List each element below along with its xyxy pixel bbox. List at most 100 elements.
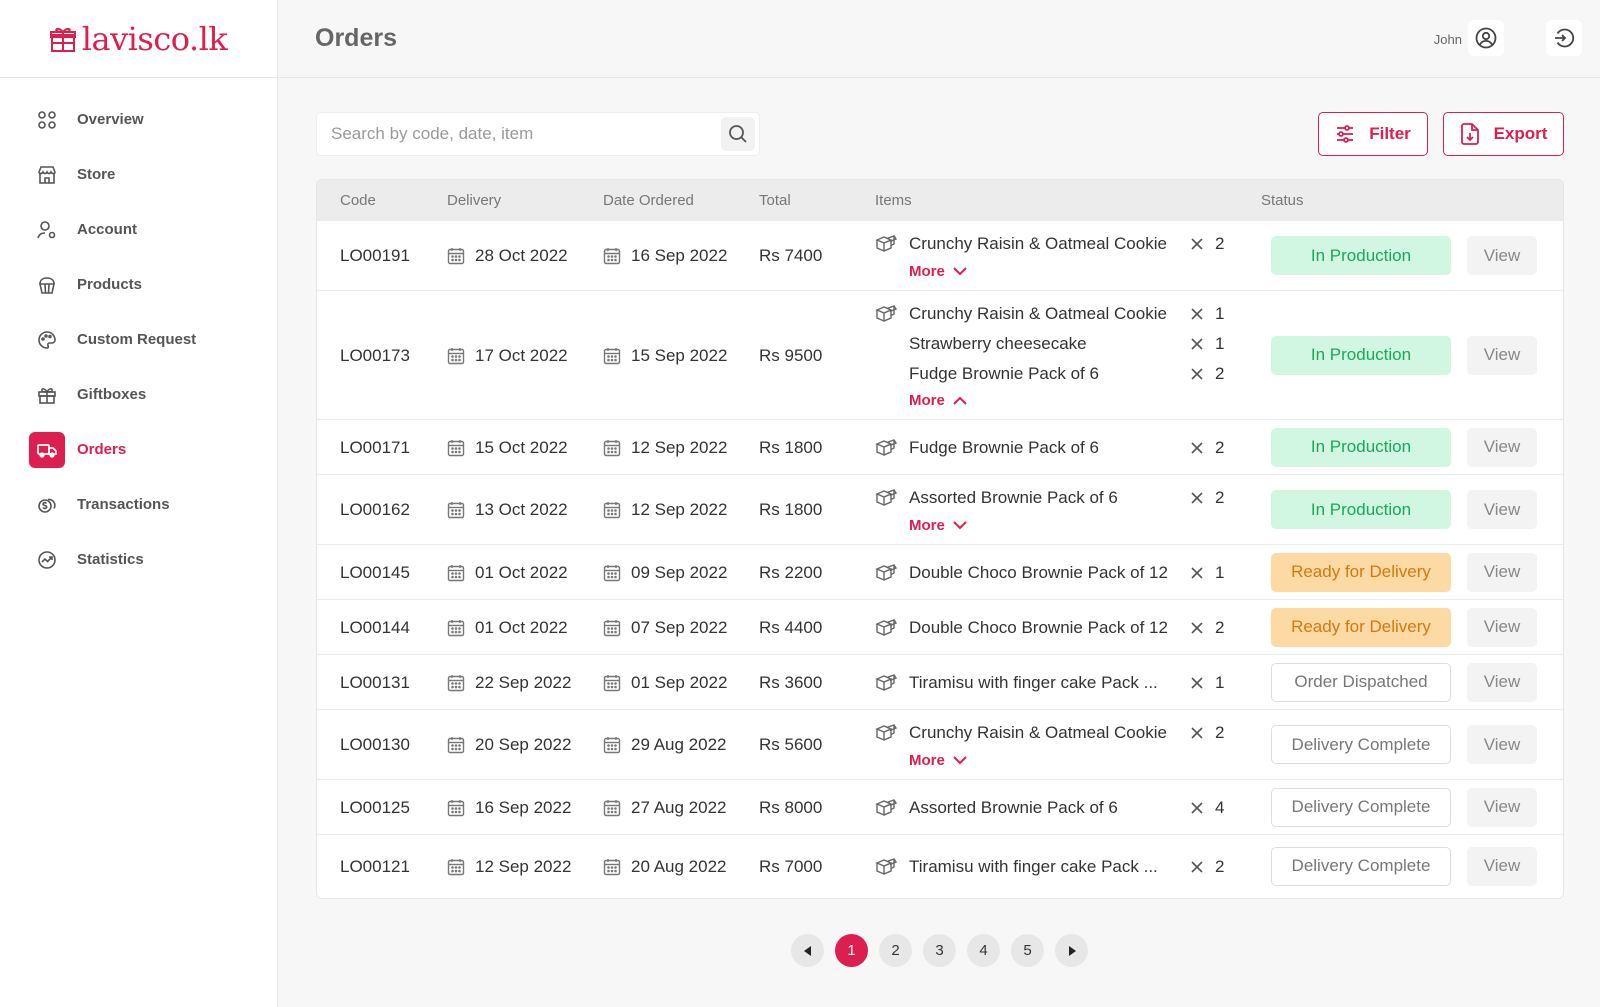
- ordered-date: 16 Sep 2022: [603, 246, 727, 266]
- top-header: Orders John: [279, 0, 1600, 78]
- pagination: 12345: [791, 934, 1088, 967]
- order-code: LO00162: [340, 500, 410, 519]
- sidebar-item-label: Custom Request: [77, 331, 197, 348]
- view-button[interactable]: View: [1467, 236, 1537, 275]
- view-button[interactable]: View: [1467, 552, 1537, 592]
- logout-button[interactable]: [1546, 20, 1582, 56]
- next-page-button[interactable]: [1055, 934, 1088, 967]
- search-button[interactable]: [721, 117, 755, 151]
- user-circle-icon: [1475, 27, 1497, 49]
- user-settings-icon: [29, 212, 65, 248]
- view-button[interactable]: View: [1467, 787, 1537, 827]
- more-toggle[interactable]: More: [875, 748, 967, 772]
- item-name: Strawberry cheesecake: [909, 333, 1087, 353]
- view-button[interactable]: View: [1467, 607, 1537, 647]
- ordered-date: 12 Sep 2022: [603, 500, 727, 520]
- table-row[interactable]: LO00130 20 Sep 2022 29 Aug 2022 Rs 5600 Crun…: [317, 710, 1563, 780]
- box-icon: [875, 618, 897, 638]
- table-body: LO00191 28 Oct 2022 16 Sep 2022 Rs 7400 Crun…: [317, 221, 1563, 898]
- table-row[interactable]: LO00144 01 Oct 2022 07 Sep 2022 Rs 4400 Doub…: [317, 600, 1563, 655]
- order-item: Strawberry cheesecake 1: [875, 329, 1224, 359]
- table-row[interactable]: LO00131 22 Sep 2022 01 Sep 2022 Rs 3600 Tira…: [317, 655, 1563, 710]
- page-button-1[interactable]: 1: [835, 934, 868, 967]
- more-toggle[interactable]: More: [875, 259, 967, 283]
- view-button[interactable]: View: [1467, 427, 1537, 467]
- view-button[interactable]: View: [1467, 662, 1537, 702]
- ordered-date-value: 07 Sep 2022: [631, 617, 728, 637]
- order-item: Crunchy Raisin & Oatmeal Cookie 2: [875, 718, 1224, 748]
- ordered-date: 09 Sep 2022: [603, 563, 727, 583]
- order-code: LO00191: [340, 246, 410, 265]
- search-input[interactable]: [317, 113, 707, 155]
- item-name: Crunchy Raisin & Oatmeal Cookie: [909, 303, 1167, 323]
- page-button-2[interactable]: 2: [879, 934, 912, 967]
- status-badge: In Production: [1271, 335, 1451, 375]
- sidebar-item-store[interactable]: Store: [0, 147, 277, 202]
- times-icon: [1190, 491, 1204, 505]
- calendar-icon: [447, 858, 465, 876]
- ordered-date: 15 Sep 2022: [603, 346, 727, 366]
- order-code: LO00131: [340, 672, 410, 692]
- box-icon: [875, 857, 897, 877]
- item-quantity: 1: [1215, 333, 1225, 353]
- times-icon: [1190, 307, 1204, 321]
- sidebar-item-transactions[interactable]: Transactions: [0, 477, 277, 532]
- delivery-date-value: 13 Oct 2022: [475, 500, 568, 519]
- page-button-4[interactable]: 4: [967, 934, 1000, 967]
- table-row[interactable]: LO00121 12 Sep 2022 20 Aug 2022 Rs 7000 Tira…: [317, 835, 1563, 898]
- sidebar-item-orders[interactable]: Orders: [0, 422, 277, 477]
- table-row[interactable]: LO00125 16 Sep 2022 27 Aug 2022 Rs 8000 Asso…: [317, 780, 1563, 835]
- order-code: LO00144: [340, 617, 410, 637]
- search-box: [316, 112, 760, 156]
- delivery-date: 01 Oct 2022: [447, 618, 568, 638]
- column-header-code: Code: [340, 192, 376, 209]
- item-name: Crunchy Raisin & Oatmeal Cookie: [909, 723, 1167, 742]
- page-button-3[interactable]: 3: [923, 934, 956, 967]
- prev-page-button[interactable]: [791, 934, 824, 967]
- status-badge: Order Dispatched: [1271, 662, 1451, 702]
- table-row[interactable]: LO00191 28 Oct 2022 16 Sep 2022 Rs 7400 Crun…: [317, 221, 1563, 291]
- sidebar-item-custom-request[interactable]: Custom Request: [0, 312, 277, 367]
- more-label: More: [909, 751, 945, 769]
- view-button[interactable]: View: [1467, 725, 1537, 764]
- delivery-date-value: 22 Sep 2022: [475, 672, 572, 692]
- ordered-date-value: 09 Sep 2022: [631, 562, 728, 582]
- more-toggle[interactable]: More: [875, 513, 967, 537]
- logo[interactable]: lavisco.lk: [0, 0, 277, 78]
- column-header-status: Status: [1261, 192, 1304, 209]
- table-row[interactable]: LO00162 13 Oct 2022 12 Sep 2022 Rs 1800 Asso…: [317, 475, 1563, 545]
- more-toggle[interactable]: More: [875, 389, 967, 413]
- sidebar-item-products[interactable]: Products: [0, 257, 277, 312]
- order-total: Rs 1800: [759, 500, 823, 519]
- table-row[interactable]: LO00173 17 Oct 2022 15 Sep 2022 Rs 9500 Crun…: [317, 291, 1563, 420]
- ordered-date: 07 Sep 2022: [603, 618, 727, 638]
- status-badge: Delivery Complete: [1271, 787, 1451, 827]
- column-header-delivery: Delivery: [447, 192, 502, 209]
- calendar-icon: [603, 439, 621, 457]
- calendar-icon: [603, 858, 621, 876]
- order-items: Crunchy Raisin & Oatmeal Cookie 1 Strawber…: [875, 299, 1224, 413]
- sidebar-item-account[interactable]: Account: [0, 202, 277, 257]
- table-row[interactable]: LO00145 01 Oct 2022 09 Sep 2022 Rs 2200 Doub…: [317, 545, 1563, 600]
- chart-icon: [29, 542, 65, 578]
- times-icon: [1190, 801, 1204, 815]
- delivery-date-value: 12 Sep 2022: [475, 856, 572, 876]
- page-button-5[interactable]: 5: [1011, 934, 1044, 967]
- sidebar-item-overview[interactable]: Overview: [0, 92, 277, 147]
- chevron-down-icon: [953, 755, 967, 765]
- status-badge: In Production: [1271, 236, 1451, 275]
- times-icon: [1190, 566, 1204, 580]
- view-button[interactable]: View: [1467, 335, 1537, 375]
- item-name: Assorted Brownie Pack of 6: [909, 488, 1118, 507]
- filter-button[interactable]: Filter: [1318, 112, 1428, 156]
- table-row[interactable]: LO00171 15 Oct 2022 12 Sep 2022 Rs 1800 Fudg…: [317, 420, 1563, 475]
- view-button[interactable]: View: [1467, 846, 1537, 886]
- export-button[interactable]: Export: [1443, 112, 1564, 156]
- sidebar-item-statistics[interactable]: Statistics: [0, 532, 277, 587]
- delivery-date-value: 01 Oct 2022: [475, 617, 568, 637]
- user-avatar-button[interactable]: [1468, 20, 1504, 56]
- view-button[interactable]: View: [1467, 490, 1537, 529]
- delivery-date-value: 17 Oct 2022: [475, 345, 568, 365]
- order-total: Rs 2200: [759, 562, 823, 582]
- sidebar-item-giftboxes[interactable]: Giftboxes: [0, 367, 277, 422]
